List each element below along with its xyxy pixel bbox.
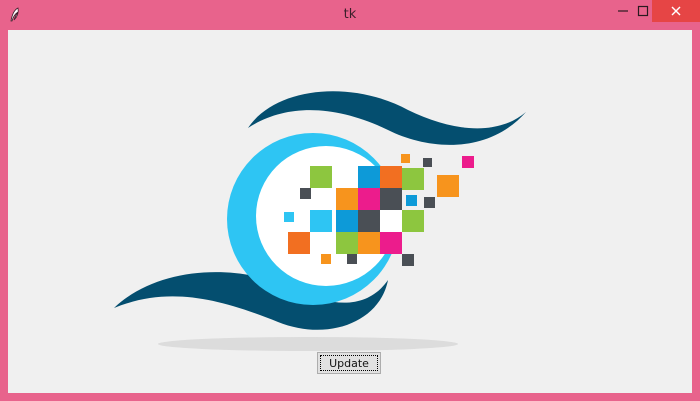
eye-pixel-logo [114,91,526,351]
maximize-icon [637,2,649,21]
close-button[interactable] [652,0,700,22]
close-icon [670,2,682,21]
logo-shadow [158,337,458,351]
app-window: tk Update [0,0,700,401]
canvas-area: Update [8,30,692,393]
update-button[interactable]: Update [317,352,381,374]
title-bar[interactable]: tk [0,0,700,30]
window-title: tk [343,7,357,22]
